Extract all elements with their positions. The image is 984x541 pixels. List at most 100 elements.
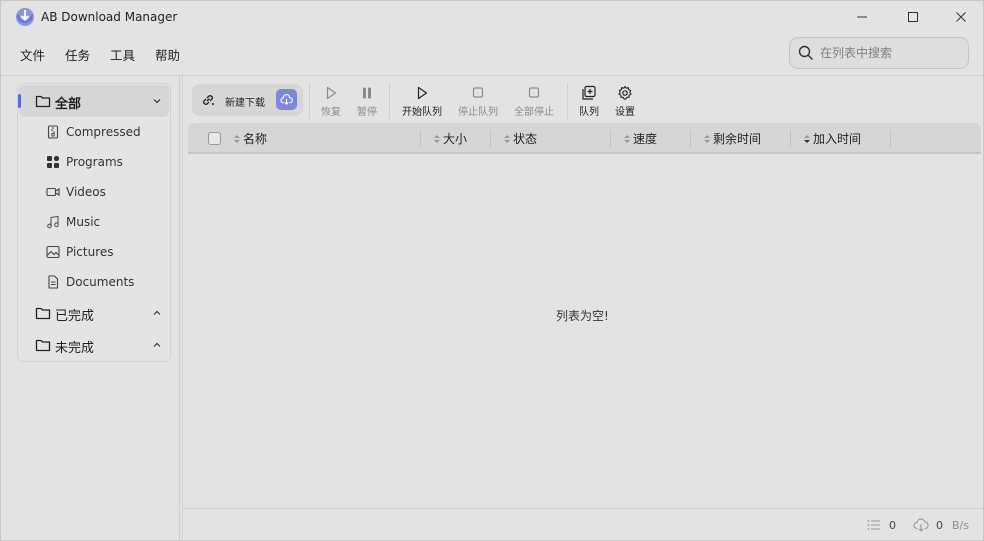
sidebar-item-programs[interactable]: Programs xyxy=(46,147,166,177)
music-icon xyxy=(47,215,59,229)
sidebar-item-compressed[interactable]: Compressed xyxy=(46,117,166,147)
sidebar-item-uncompleted[interactable]: 未完成 xyxy=(19,330,169,360)
play-icon xyxy=(417,86,428,100)
search-icon xyxy=(798,45,813,60)
toolbar-separator xyxy=(567,83,568,119)
gear-icon xyxy=(618,85,632,100)
select-all-checkbox[interactable] xyxy=(208,132,221,145)
stop-queue-label: 停止队列 xyxy=(458,107,498,118)
minimize-icon xyxy=(857,16,867,18)
download-speed-unit: B/s xyxy=(952,519,969,532)
column-divider[interactable] xyxy=(610,130,611,147)
sidebar-item-documents[interactable]: Documents xyxy=(46,267,166,297)
chevron-up-icon xyxy=(153,342,161,347)
resume-label: 恢复 xyxy=(321,107,341,118)
menu-bar: 文件 任务 工具 帮助 xyxy=(15,43,195,65)
column-divider[interactable] xyxy=(890,130,891,147)
column-divider[interactable] xyxy=(690,130,691,147)
stop-all-button[interactable]: 全部停止 xyxy=(512,83,556,119)
minimize-button[interactable] xyxy=(839,1,885,33)
stop-icon xyxy=(472,87,484,98)
image-icon xyxy=(46,245,60,259)
pause-label: 暂停 xyxy=(357,107,377,118)
empty-list-message: 列表为空! xyxy=(556,309,609,323)
toolbar-separator xyxy=(389,83,390,119)
search-box[interactable] xyxy=(789,37,969,69)
stop-queue-button[interactable]: 停止队列 xyxy=(456,83,500,119)
column-label: 大小 xyxy=(443,132,468,146)
statusbar-divider xyxy=(183,508,983,509)
category-sidebar: 全部 Compressed Programs Videos Music Pict… xyxy=(17,83,171,362)
queue-icon xyxy=(582,85,596,100)
menu-tools[interactable]: 工具 xyxy=(105,43,140,65)
sidebar-item-pictures[interactable]: Pictures xyxy=(46,237,166,267)
column-divider[interactable] xyxy=(490,130,491,147)
toolbar-separator xyxy=(309,83,310,119)
column-size[interactable]: 大小 xyxy=(433,123,467,154)
column-status[interactable]: 状态 xyxy=(503,123,537,154)
column-time-left[interactable]: 剩余时间 xyxy=(703,123,761,154)
apps-icon xyxy=(47,155,60,168)
search-input[interactable] xyxy=(820,46,960,60)
close-icon xyxy=(956,12,966,22)
selected-indicator xyxy=(18,94,21,108)
sidebar-item-completed[interactable]: 已完成 xyxy=(19,298,169,328)
pause-icon xyxy=(363,87,371,99)
sidebar-item-videos[interactable]: Videos xyxy=(46,177,166,207)
column-label: 剩余时间 xyxy=(713,132,762,146)
add-from-clipboard-button[interactable] xyxy=(276,89,297,110)
app-logo-icon xyxy=(16,8,34,26)
sidebar-item-label: Music xyxy=(66,215,101,229)
menu-help[interactable]: 帮助 xyxy=(150,43,185,65)
folder-icon xyxy=(35,95,51,108)
start-queue-button[interactable]: 开始队列 xyxy=(400,83,444,119)
list-icon xyxy=(867,520,880,530)
new-download-button[interactable]: 新建下载 xyxy=(192,84,303,116)
column-label: 速度 xyxy=(633,132,658,146)
column-date-added[interactable]: 加入时间 xyxy=(803,123,861,154)
settings-button[interactable]: 设置 xyxy=(613,83,637,119)
settings-label: 设置 xyxy=(615,107,635,118)
cloud-download-icon xyxy=(280,94,293,105)
sidebar-item-label: 全部 xyxy=(55,97,82,112)
close-button[interactable] xyxy=(938,1,984,33)
sidebar-item-label: 已完成 xyxy=(55,309,95,324)
sidebar-item-music[interactable]: Music xyxy=(46,207,166,237)
play-icon xyxy=(326,86,337,100)
title-bar[interactable]: AB Download Manager xyxy=(1,1,983,33)
stop-all-label: 全部停止 xyxy=(514,107,554,118)
menu-file[interactable]: 文件 xyxy=(15,43,50,65)
column-divider[interactable] xyxy=(790,130,791,147)
sidebar-divider-inner xyxy=(182,76,183,541)
app-window: AB Download Manager 文件 任务 工具 帮助 在列表中搜索 全… xyxy=(0,0,984,541)
sidebar-divider xyxy=(179,76,180,541)
menu-tasks[interactable]: 任务 xyxy=(60,43,95,65)
sort-icon xyxy=(624,134,630,143)
active-downloads-count: 0 xyxy=(889,519,896,532)
folder-icon xyxy=(35,339,51,352)
sidebar-item-label: Pictures xyxy=(66,245,114,259)
queues-button[interactable]: 队列 xyxy=(577,83,601,119)
column-divider[interactable] xyxy=(420,130,421,147)
chevron-up-icon xyxy=(153,310,161,315)
sidebar-item-label: Programs xyxy=(66,155,123,169)
start-queue-label: 开始队列 xyxy=(402,107,442,118)
queues-label: 队列 xyxy=(579,107,599,118)
header-divider xyxy=(1,75,983,76)
column-speed[interactable]: 速度 xyxy=(623,123,657,154)
pause-button[interactable]: 暂停 xyxy=(355,83,379,119)
chevron-down-icon xyxy=(153,99,161,104)
sort-desc-icon xyxy=(804,134,810,143)
new-download-label: 新建下载 xyxy=(225,98,265,109)
resume-button[interactable]: 恢复 xyxy=(319,83,343,119)
maximize-button[interactable] xyxy=(890,1,936,33)
column-label: 加入时间 xyxy=(813,132,862,146)
column-name[interactable]: 名称 xyxy=(233,123,267,154)
sort-icon xyxy=(234,134,240,143)
sidebar-item-all[interactable]: 全部 xyxy=(18,85,169,117)
link-icon xyxy=(203,95,214,105)
download-speed-value: 0 xyxy=(936,519,943,532)
stop-icon xyxy=(528,87,540,98)
video-icon xyxy=(46,187,60,197)
sort-icon xyxy=(434,134,440,143)
